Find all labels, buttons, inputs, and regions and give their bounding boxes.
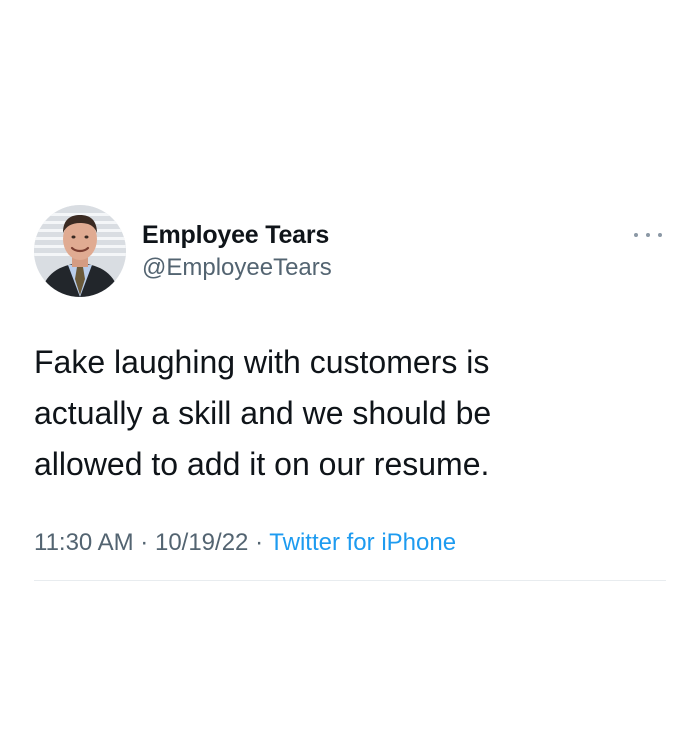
divider (34, 580, 666, 581)
profile-photo-icon (34, 205, 126, 297)
tweet-text: Fake laughing with customers is actually… (34, 344, 492, 482)
tweet-screenshot: Employee Tears @EmployeeTears Fake laugh… (0, 0, 700, 740)
tweet-header: Employee Tears @EmployeeTears (34, 205, 666, 301)
more-dots-icon (634, 233, 638, 237)
tweet-time[interactable]: 11:30 AM (34, 529, 134, 556)
more-options-button[interactable] (634, 227, 662, 243)
more-dots-icon (646, 233, 650, 237)
author-display-name[interactable]: Employee Tears (142, 219, 332, 251)
tweet-card: Employee Tears @EmployeeTears Fake laugh… (34, 205, 666, 581)
author-names: Employee Tears @EmployeeTears (142, 219, 332, 283)
tweet-date[interactable]: 10/19/22 (155, 529, 248, 556)
author-handle[interactable]: @EmployeeTears (142, 253, 332, 283)
more-dots-icon (658, 233, 662, 237)
tweet-meta: 11:30 AM · 10/19/22 · Twitter for iPhone (34, 527, 456, 559)
meta-separator: · (140, 529, 149, 556)
avatar[interactable] (34, 205, 126, 297)
meta-separator: · (255, 529, 264, 556)
tweet-source-link[interactable]: Twitter for iPhone (269, 529, 456, 556)
